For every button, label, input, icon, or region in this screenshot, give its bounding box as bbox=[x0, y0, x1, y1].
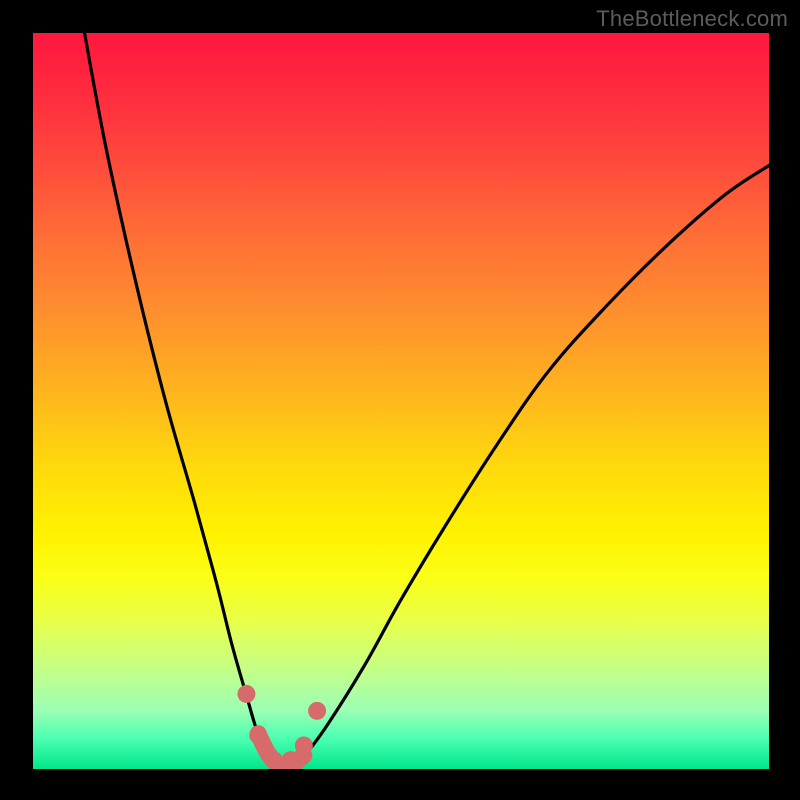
watermark-text: TheBottleneck.com bbox=[596, 6, 788, 32]
valley-dot bbox=[249, 726, 267, 744]
plot-area bbox=[33, 33, 769, 769]
valley-dot bbox=[265, 751, 283, 769]
outer-frame: TheBottleneck.com bbox=[0, 0, 800, 800]
bottleneck-curve-svg bbox=[33, 33, 769, 769]
valley-dot bbox=[282, 751, 300, 769]
valley-highlight-dots bbox=[237, 685, 326, 769]
valley-dot bbox=[308, 702, 326, 720]
bottleneck-curve-path bbox=[85, 33, 769, 767]
valley-dot bbox=[237, 685, 255, 703]
valley-dot bbox=[295, 736, 313, 754]
